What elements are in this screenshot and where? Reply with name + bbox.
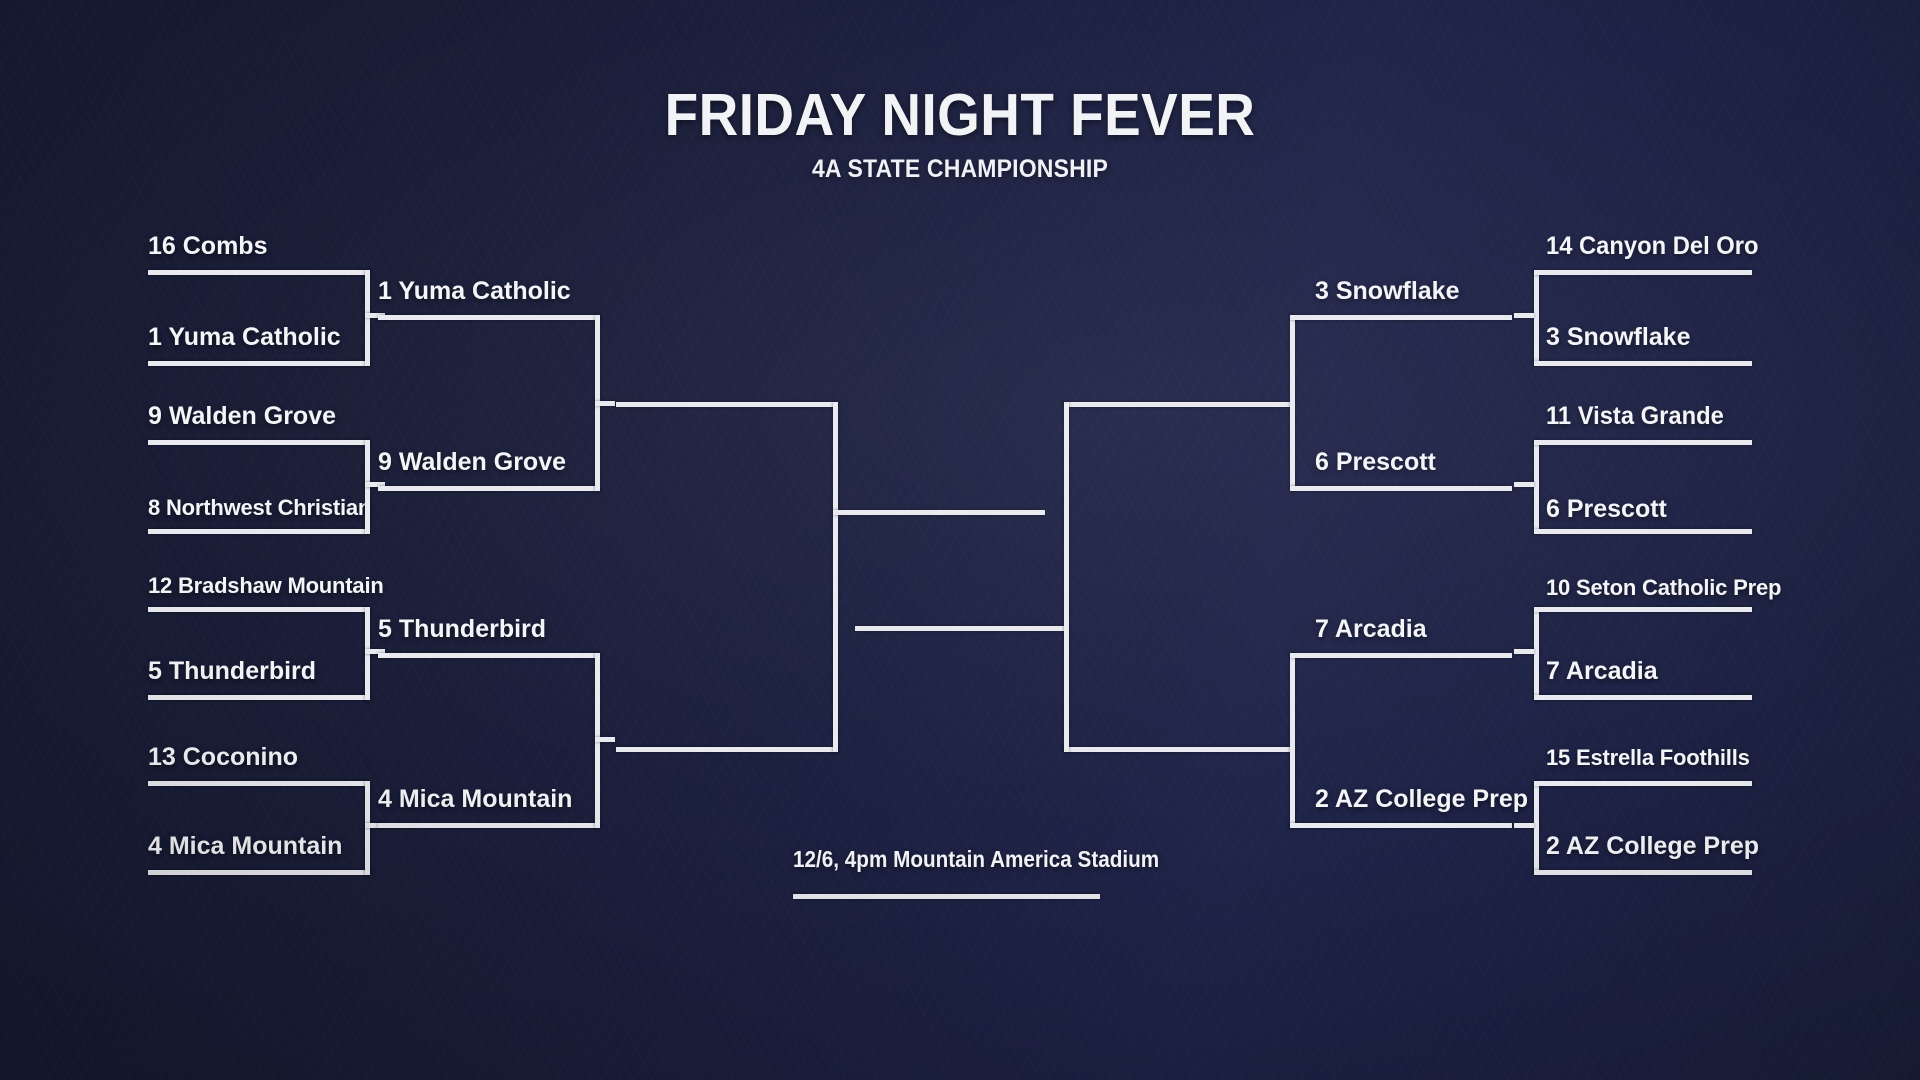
left-r2-stub-1	[595, 401, 615, 406]
right-r1-line-5	[1534, 607, 1752, 612]
left-r3-line-2	[616, 747, 838, 752]
left-r1-line-1	[148, 270, 370, 275]
right-r1-slot-3[interactable]: 11 Vista Grande	[1546, 404, 1724, 429]
right-r1-stub-4	[1514, 823, 1534, 828]
right-r1-line-2	[1534, 361, 1752, 366]
right-r1-slot-7[interactable]: 15 Estrella Foothills	[1546, 747, 1750, 769]
right-r1-line-4	[1534, 529, 1752, 534]
championship-caption: 12/6, 4pm Mountain America Stadium	[793, 846, 1160, 872]
right-r1-line-8	[1534, 870, 1752, 875]
right-r1-bridge-3	[1534, 607, 1539, 700]
left-r1-bridge-4	[365, 781, 370, 875]
left-r1-line-2	[148, 361, 370, 366]
right-r2-slot-3[interactable]: 7 Arcadia	[1315, 617, 1427, 642]
right-r2-slot-1[interactable]: 3 Snowflake	[1315, 279, 1460, 304]
page-subtitle: 4A STATE CHAMPIONSHIP	[811, 155, 1109, 183]
right-r1-slot-5[interactable]: 10 Seton Catholic Prep	[1546, 577, 1781, 599]
left-r1-line-3	[148, 440, 370, 445]
left-r3-bridge	[833, 402, 838, 752]
left-r3-line-1	[616, 402, 838, 407]
left-r2-line-1	[378, 315, 600, 320]
right-r1-slot-4[interactable]: 6 Prescott	[1546, 497, 1667, 522]
right-r1-bridge-2	[1534, 440, 1539, 534]
bracket-graphic: FRIDAY NIGHT FEVER 4A STATE CHAMPIONSHIP…	[0, 0, 1920, 1080]
right-r1-slot-1[interactable]: 14 Canyon Del Oro	[1546, 234, 1758, 259]
left-r1-slot-7[interactable]: 13 Coconino	[148, 745, 298, 770]
right-r1-bridge-4	[1534, 781, 1539, 875]
right-r3-line-2	[1064, 747, 1290, 752]
left-r1-slot-6[interactable]: 5 Thunderbird	[148, 659, 316, 684]
right-r1-bridge-1	[1534, 270, 1539, 366]
left-r1-line-8	[148, 870, 370, 875]
left-r1-slot-1[interactable]: 16 Combs	[148, 234, 267, 259]
left-r2-line-4	[378, 823, 600, 828]
left-r2-line-2	[378, 486, 600, 491]
left-r1-slot-4[interactable]: 8 Northwest Christian	[148, 497, 371, 519]
right-r2-slot-2[interactable]: 6 Prescott	[1315, 450, 1436, 475]
final-feed-right	[855, 626, 1067, 631]
left-r1-slot-8[interactable]: 4 Mica Mountain	[148, 834, 342, 859]
right-r2-line-4	[1290, 823, 1512, 828]
left-r1-bridge-1	[365, 270, 370, 366]
right-r3-line-1	[1064, 402, 1290, 407]
right-r1-stub-3	[1514, 649, 1534, 654]
right-r2-line-3	[1290, 653, 1512, 658]
right-r1-stub-2	[1514, 482, 1534, 487]
page-title: FRIDAY NIGHT FEVER	[664, 82, 1256, 148]
left-r1-slot-2[interactable]: 1 Yuma Catholic	[148, 325, 341, 350]
left-r2-slot-4[interactable]: 4 Mica Mountain	[378, 787, 572, 812]
right-r1-line-6	[1534, 695, 1752, 700]
left-r1-slot-5[interactable]: 12 Bradshaw Mountain	[148, 575, 384, 597]
left-r2-slot-3[interactable]: 5 Thunderbird	[378, 617, 546, 642]
left-r1-line-5	[148, 607, 370, 612]
right-r1-slot-6[interactable]: 7 Arcadia	[1546, 659, 1658, 684]
left-r2-line-3	[378, 653, 600, 658]
left-r1-line-6	[148, 695, 370, 700]
right-r1-slot-8[interactable]: 2 AZ College Prep	[1546, 834, 1759, 859]
left-r2-stub-2	[595, 737, 615, 742]
championship-underline	[793, 894, 1100, 899]
right-r2-bridge-1	[1290, 315, 1295, 491]
right-r1-stub-1	[1514, 313, 1534, 318]
right-r1-line-3	[1534, 440, 1752, 445]
left-r1-line-4	[148, 529, 370, 534]
right-r2-bridge-2	[1290, 653, 1295, 828]
right-r2-line-1	[1290, 315, 1512, 320]
right-r1-slot-2[interactable]: 3 Snowflake	[1546, 325, 1691, 350]
left-r2-slot-2[interactable]: 9 Walden Grove	[378, 450, 566, 475]
final-feed-left	[833, 510, 1045, 515]
right-r2-line-2	[1290, 486, 1512, 491]
left-r1-line-7	[148, 781, 370, 786]
right-r1-line-1	[1534, 270, 1752, 275]
right-r3-bridge	[1064, 402, 1069, 752]
right-r2-slot-4[interactable]: 2 AZ College Prep	[1315, 787, 1528, 812]
left-r2-slot-1[interactable]: 1 Yuma Catholic	[378, 279, 571, 304]
left-r1-slot-3[interactable]: 9 Walden Grove	[148, 404, 336, 429]
right-r1-line-7	[1534, 781, 1752, 786]
left-r1-bridge-2	[365, 440, 370, 534]
header: FRIDAY NIGHT FEVER 4A STATE CHAMPIONSHIP	[0, 86, 1920, 182]
